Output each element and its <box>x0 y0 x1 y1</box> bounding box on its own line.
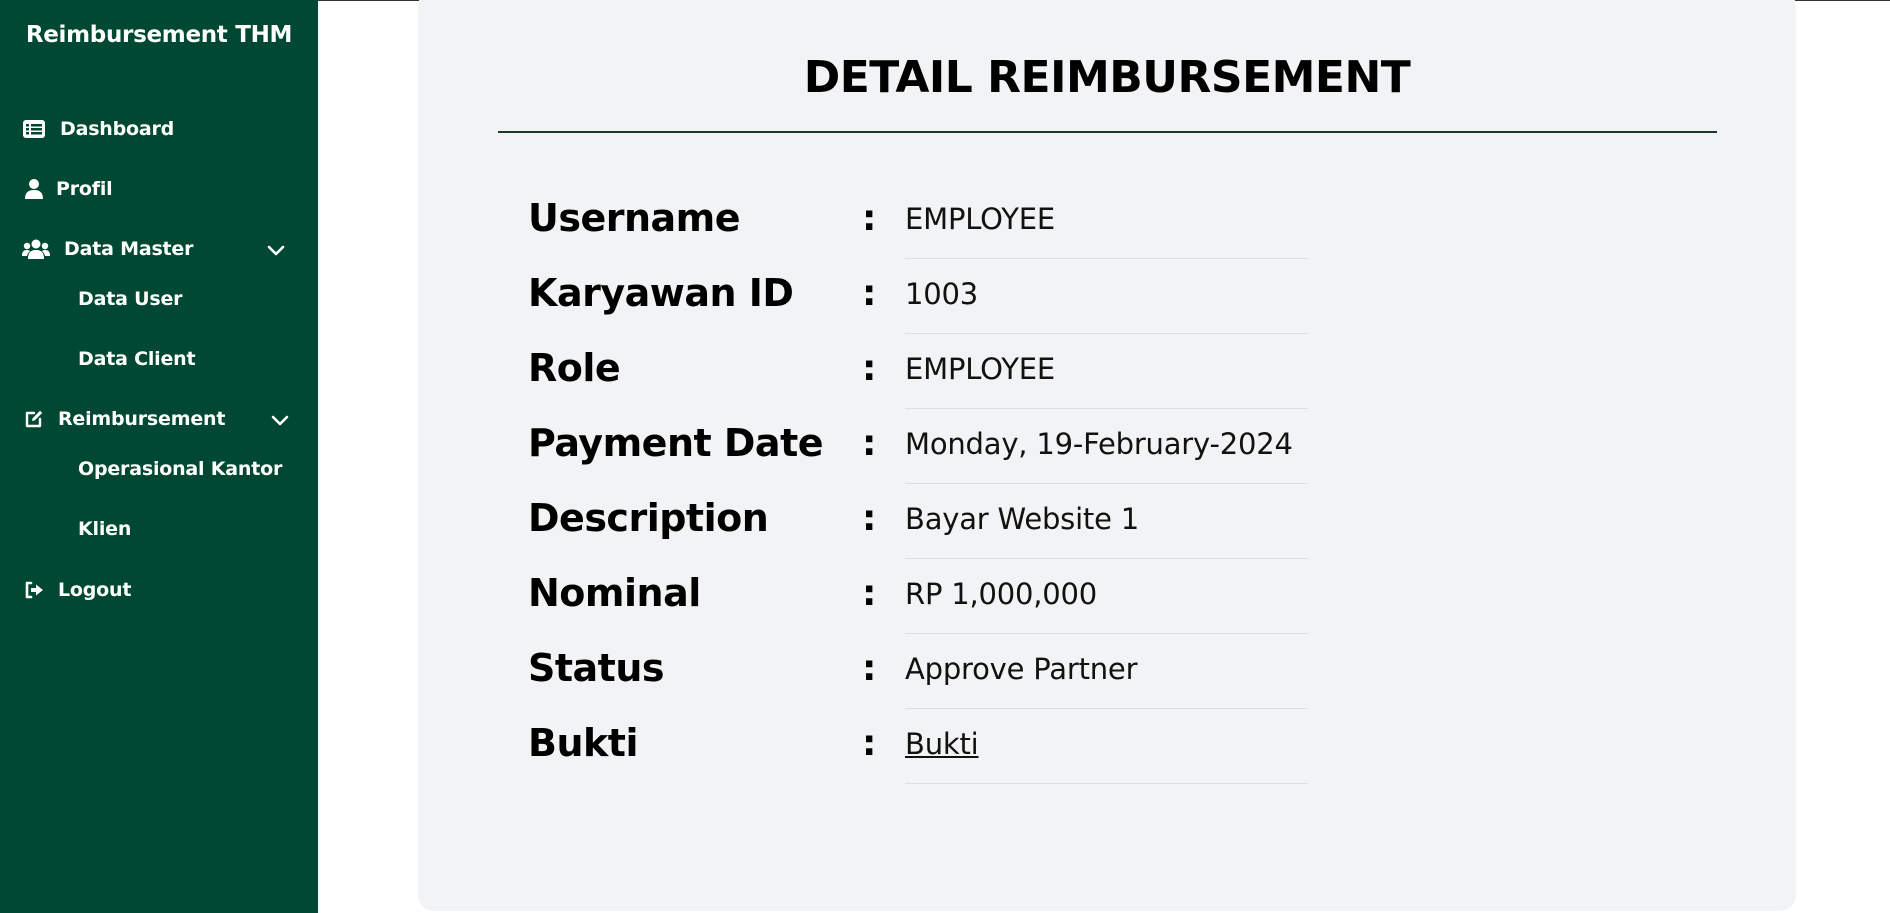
colon-separator: : <box>862 198 877 239</box>
bukti-link-wrapper: Bukti <box>905 727 979 761</box>
sidebar: Reimbursement THM Dashboard Profil Data … <box>0 0 318 913</box>
label-bukti: Bukti <box>528 721 638 765</box>
value-payment-date: Monday, 19-February-2024 <box>905 427 1293 461</box>
label-description: Description <box>528 496 769 540</box>
value-description: Bayar Website 1 <box>905 502 1140 536</box>
colon-separator: : <box>862 273 877 314</box>
label-username: Username <box>528 196 741 240</box>
value-username: EMPLOYEE <box>905 202 1055 236</box>
colon-separator: : <box>862 348 877 389</box>
chevron-down-icon[interactable] <box>270 411 290 431</box>
row-divider <box>905 633 1308 634</box>
row-divider <box>905 483 1308 484</box>
user-icon <box>22 177 46 201</box>
row-divider <box>905 558 1308 559</box>
nav-reimbursement[interactable]: Reimbursement <box>22 407 225 431</box>
title-divider <box>498 131 1717 133</box>
nav-data-user[interactable]: Data User <box>78 288 183 310</box>
nav-reimbursement-label: Reimbursement <box>58 408 226 430</box>
users-icon <box>22 237 50 261</box>
label-nominal: Nominal <box>528 571 701 615</box>
list-icon <box>22 117 46 141</box>
row-divider <box>905 708 1308 709</box>
value-role: EMPLOYEE <box>905 352 1055 386</box>
value-nominal: RP 1,000,000 <box>905 577 1098 611</box>
value-status: Approve Partner <box>905 652 1138 686</box>
chevron-down-icon[interactable] <box>266 241 286 261</box>
nav-dashboard-label: Dashboard <box>60 118 175 140</box>
label-karyawan-id: Karyawan ID <box>528 271 794 315</box>
value-karyawan-id: 1003 <box>905 277 979 311</box>
colon-separator: : <box>862 723 877 764</box>
colon-separator: : <box>862 423 877 464</box>
label-status: Status <box>528 646 665 690</box>
nav-profil[interactable]: Profil <box>22 177 113 201</box>
row-divider <box>905 258 1308 259</box>
sign-out-icon <box>22 578 46 602</box>
colon-separator: : <box>862 648 877 689</box>
nav-data-master[interactable]: Data Master <box>22 237 193 261</box>
app-brand: Reimbursement THM <box>25 22 293 48</box>
colon-separator: : <box>862 498 877 539</box>
nav-data-master-label: Data Master <box>64 238 194 260</box>
nav-klien[interactable]: Klien <box>78 518 131 540</box>
edit-icon <box>22 407 46 431</box>
nav-dashboard[interactable]: Dashboard <box>22 117 174 141</box>
row-divider <box>905 783 1308 784</box>
nav-profil-label: Profil <box>56 178 113 200</box>
row-divider <box>905 408 1308 409</box>
nav-operasional-kantor[interactable]: Operasional Kantor <box>78 458 282 480</box>
page-title: DETAIL REIMBURSEMENT <box>803 52 1411 103</box>
bukti-link[interactable]: Bukti <box>905 727 979 761</box>
nav-data-client[interactable]: Data Client <box>78 348 196 370</box>
row-divider <box>905 333 1308 334</box>
label-role: Role <box>528 346 621 390</box>
label-payment-date: Payment Date <box>528 421 824 465</box>
colon-separator: : <box>862 573 877 614</box>
nav-logout[interactable]: Logout <box>22 578 131 602</box>
nav-logout-label: Logout <box>58 579 132 601</box>
